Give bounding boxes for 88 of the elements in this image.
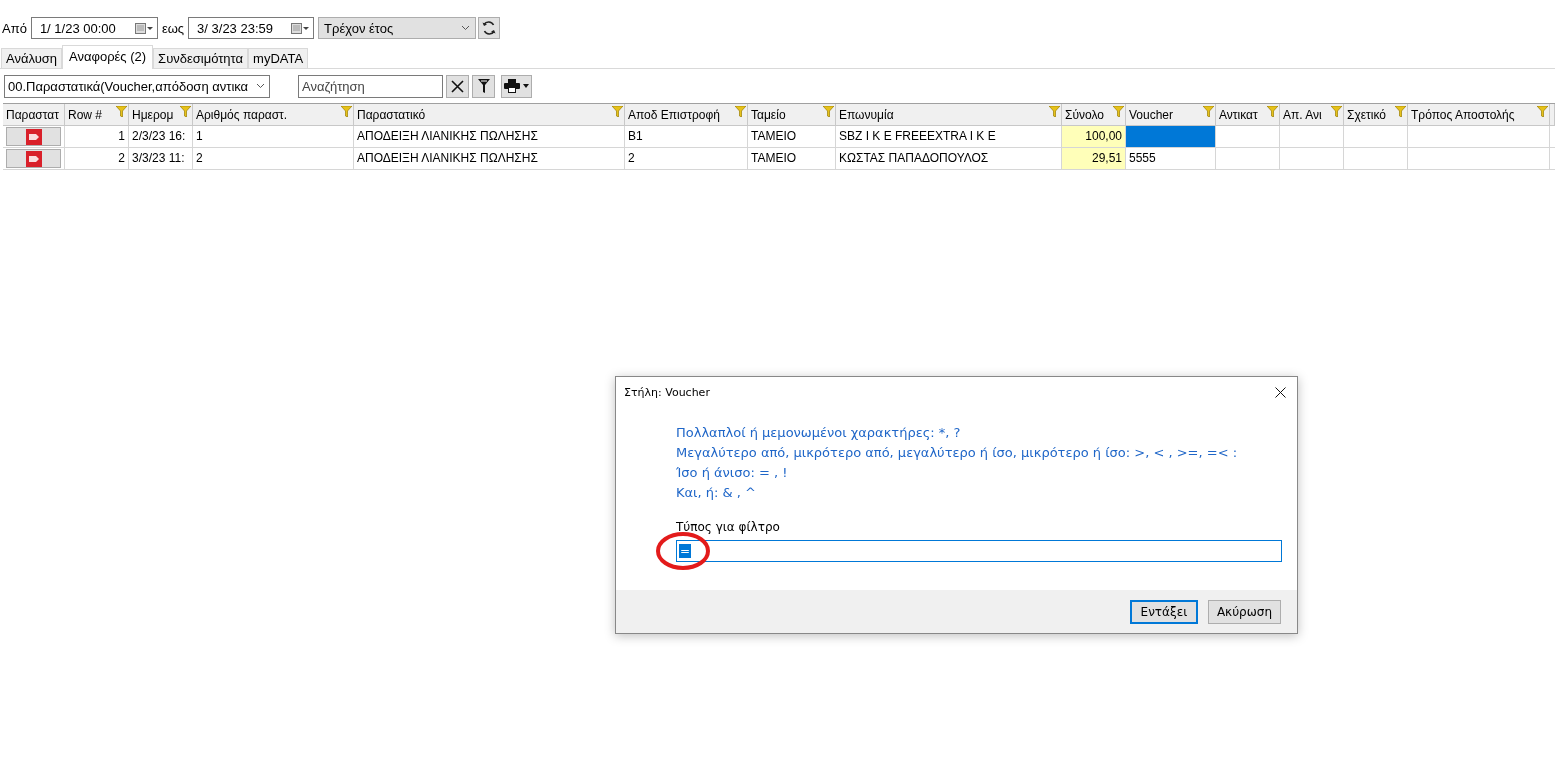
table-cell [1216,148,1280,170]
funnel-icon [116,106,127,117]
dialog-button[interactable]: Ακύρωση [1207,599,1281,624]
table-cell: 1 [65,126,129,148]
caret-icon [523,84,529,88]
column-header[interactable]: Voucher [1126,104,1216,126]
table-cell: 2 [625,148,748,170]
filter-button[interactable] [472,74,495,98]
dialog-button[interactable]: Εντάξει [1129,599,1198,624]
funnel-icon [1203,106,1214,117]
caret-icon [461,25,471,31]
tab[interactable]: Συνδεσιμότητα [153,48,249,68]
search-field[interactable]: Αναζήτηση [298,74,443,98]
close-icon [451,79,464,93]
funnel-icon [1395,106,1406,117]
column-header[interactable]: Ταμείο [748,104,836,126]
table-cell [1344,126,1408,148]
column-header[interactable]: Row # [65,104,129,126]
funnel-icon [735,106,746,117]
funnel-icon [1331,106,1342,117]
from-date-picker[interactable]: 1/ 1/23 00:00 [30,17,158,39]
clear-button[interactable] [446,74,469,98]
funnel-icon [823,106,834,117]
hint-text: Πολλαπλοί ή μεμονωμένοι χαρακτήρες: *, ? [676,424,962,442]
tab[interactable]: myDATA [248,48,309,68]
table-cell: 29,51 [1062,148,1126,170]
refresh-icon [481,20,498,36]
document-icon [25,150,42,167]
table-cell: ΤΑΜΕΙΟ [748,126,836,148]
table-cell: ΑΠΟΔΕΙΞΗ ΛΙΑΝΙΚΗΣ ΠΩΛΗΣΗΣ [354,126,625,148]
table-cell [1344,148,1408,170]
funnel-icon [1537,106,1548,117]
funnel-icon [1049,106,1060,117]
hint-text: Και, ή: & , ^ [676,484,757,502]
calendar-icon [291,22,310,34]
table-cell: 2/3/23 16: [129,126,193,148]
table-cell: SBZ I K E FREEEXTRA I K E [836,126,1062,148]
funnel-icon [1267,106,1278,117]
table-cell: 100,00 [1062,126,1126,148]
column-header[interactable]: Αντικατ [1216,104,1280,126]
table-cell: 1 [193,126,354,148]
funnel-icon [180,106,191,117]
column-header[interactable]: Τρόπος Αποστολής [1408,104,1550,126]
column-header[interactable]: Ημερομ [129,104,193,126]
field-label: Τύπος για φίλτρο [676,520,781,534]
table-cell [1216,126,1280,148]
column-header[interactable]: Απ. Ανι [1280,104,1344,126]
document-button[interactable] [6,127,61,146]
column-header[interactable]: Σχετικό [1344,104,1408,126]
close-icon [1275,386,1286,398]
column-header[interactable]: Επωνυμία [836,104,1062,126]
funnel-icon [341,106,352,117]
tab[interactable]: Αναφορές (2) [62,45,154,69]
table-cell: 3/3/23 11: [129,148,193,170]
to-label: εως [161,20,185,36]
funnel-icon [612,106,623,117]
table-cell: 2 [193,148,354,170]
caret-icon [256,83,265,89]
hint-text: Μεγαλύτερο από, μικρότερο από, μεγαλύτερο ή ίσο, μικρότερο ή ίσο: >, < , >=, =< : [676,444,1239,462]
table-cell: ΤΑΜΕΙΟ [748,148,836,170]
document-icon [25,128,42,145]
printer-icon [504,79,520,93]
filter-input-field[interactable]: = [676,540,1282,562]
column-header[interactable]: Αριθμός παραστ. [193,104,354,126]
report-dropdown[interactable]: 00.Παραστατικά(Voucher,απόδοση αντικα [4,74,270,98]
calendar-icon [134,22,153,34]
column-header[interactable]: Σύνολο [1062,104,1126,126]
from-label: Από [2,20,27,36]
print-button[interactable] [501,74,532,98]
table-cell: B1 [625,126,748,148]
funnel-icon [477,79,490,93]
to-date-picker[interactable]: 3/ 3/23 23:59 [188,17,315,39]
column-header[interactable]: Παραστατ [3,104,65,126]
table-cell [1280,148,1344,170]
table-cell: ΑΠΟΔΕΙΞΗ ΛΙΑΝΙΚΗΣ ΠΩΛΗΣΗΣ [354,148,625,170]
tab[interactable]: Ανάλυση [1,48,62,68]
funnel-icon [1113,106,1124,117]
column-header[interactable]: Παραστατικό [354,104,625,126]
table-cell: 2 [65,148,129,170]
table-cell: 5555 [1126,148,1216,170]
period-dropdown[interactable]: Τρέχον έτος [318,17,477,39]
document-button[interactable] [6,149,61,168]
refresh-button[interactable] [478,17,501,39]
column-header[interactable]: Αποδ Επιστροφή [625,104,748,126]
dialog-title: Στήλη: Voucher [624,385,710,399]
table-cell [1280,126,1344,148]
hint-text: Ίσο ή άνισο: = , ! [676,464,789,482]
table-cell: ΚΩΣΤΑΣ ΠΑΠΑΔΟΠΟΥΛΟΣ [836,148,1062,170]
